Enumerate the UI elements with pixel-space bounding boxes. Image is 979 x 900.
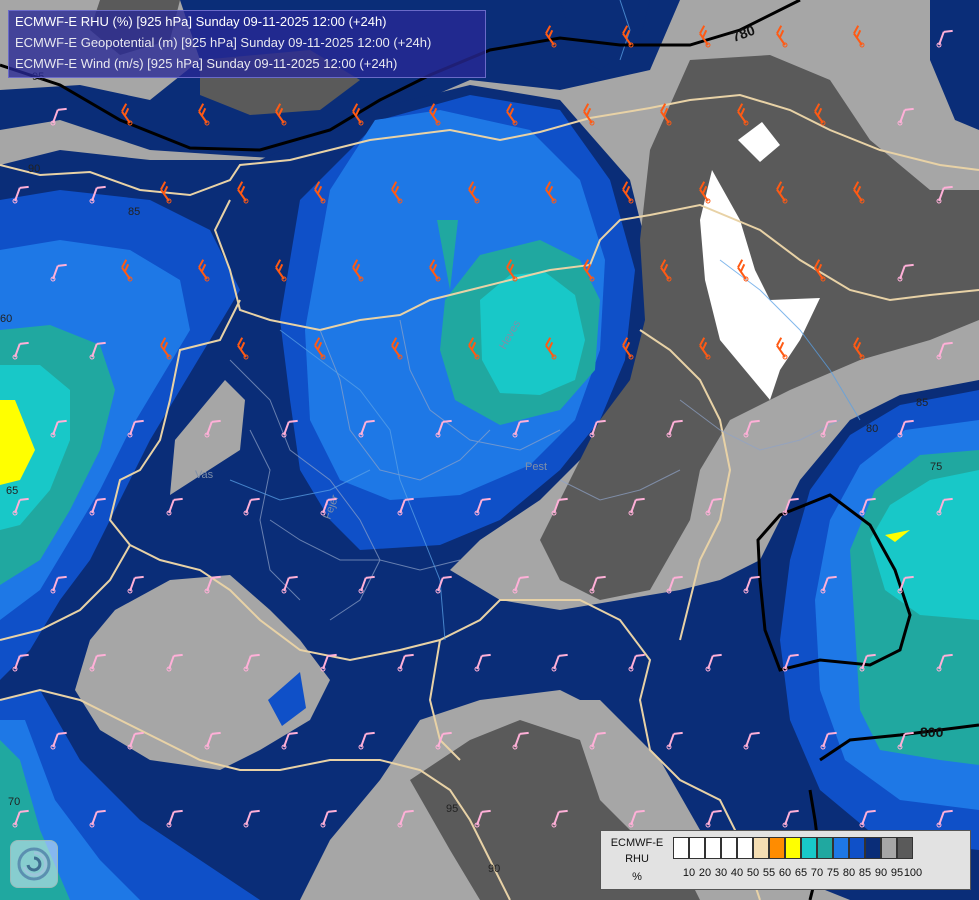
title-rhu: ECMWF-E RHU (%) [925 hPa] Sunday 09-11-2…	[15, 14, 387, 29]
legend-swatch	[737, 837, 753, 859]
color-legend: ECMWF-E RHU % 10 20 30 40 50 55 60 65 70 75 80 85 90…	[600, 830, 971, 890]
rhu-contour-label: 85	[916, 397, 928, 409]
legend-swatch	[785, 837, 801, 859]
rhu-contour-label: 90	[28, 163, 40, 175]
legend-swatch	[849, 837, 865, 859]
rhu-contour-label: 80	[866, 423, 878, 435]
legend-model: ECMWF-E	[610, 837, 664, 849]
legend-swatch	[865, 837, 881, 859]
title-geopotential: ECMWF-E Geopotential (m) [925 hPa] Sunda…	[15, 35, 432, 50]
legend-swatch	[881, 837, 897, 859]
ecmwf-logo-icon	[10, 840, 58, 888]
legend-swatch	[721, 837, 737, 859]
rhu-contour-label: 60	[0, 313, 12, 325]
legend-swatch	[753, 837, 769, 859]
legend-swatch	[817, 837, 833, 859]
legend-unit: %	[632, 871, 642, 883]
rhu-map: 780 800 95 90 85 60 65 70 80 75 85 95 90…	[0, 0, 979, 900]
rhu-contour-label: 65	[6, 485, 18, 497]
legend-swatch	[833, 837, 849, 859]
legend-tick-label: 100	[903, 867, 923, 879]
place-label: Vas	[195, 469, 214, 481]
legend-swatch	[705, 837, 721, 859]
rhu-contour-label: 75	[930, 461, 942, 473]
legend-variable: RHU	[625, 853, 649, 865]
legend-swatch	[897, 837, 913, 859]
rhu-contour-label: 70	[8, 796, 20, 808]
legend-swatch	[769, 837, 785, 859]
legend-swatch	[801, 837, 817, 859]
rhu-contour-label: 95	[446, 803, 458, 815]
place-label: Pest	[525, 461, 547, 473]
title-box: ECMWF-E RHU (%) [925 hPa] Sunday 09-11-2…	[8, 10, 486, 78]
title-wind: ECMWF-E Wind (m/s) [925 hPa] Sunday 09-1…	[15, 56, 398, 71]
geopotential-label: 800	[920, 724, 944, 740]
rhu-contour-label: 90	[488, 863, 500, 875]
legend-swatch	[689, 837, 705, 859]
rhu-contour-label: 85	[128, 206, 140, 218]
legend-swatch	[673, 837, 689, 859]
